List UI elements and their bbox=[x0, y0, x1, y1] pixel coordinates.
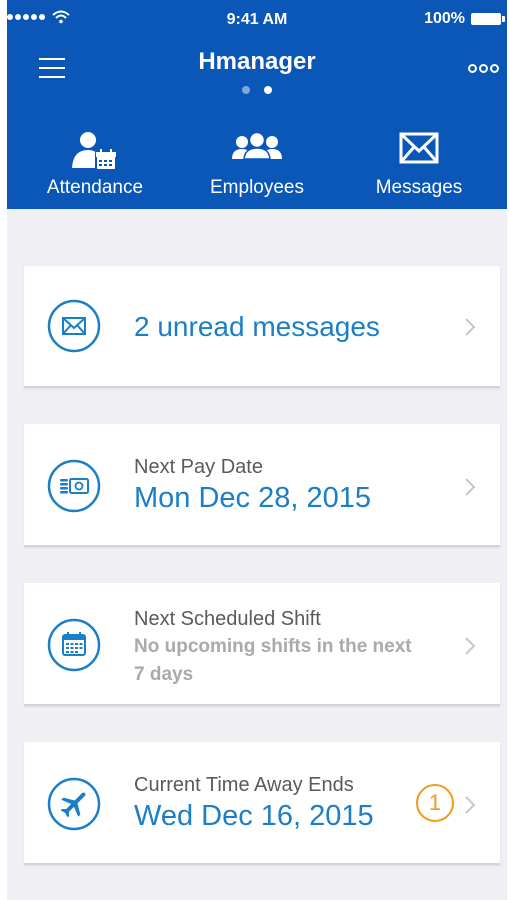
nav-label-employees: Employees bbox=[210, 177, 304, 198]
time-away-card[interactable]: Current Time Away Ends Wed Dec 16, 2015 … bbox=[24, 742, 500, 865]
chevron-right-icon bbox=[465, 478, 476, 496]
employees-icon bbox=[177, 130, 337, 176]
battery-percent: 100% bbox=[424, 10, 465, 27]
battery-icon bbox=[471, 13, 505, 25]
page-dot[interactable] bbox=[242, 86, 250, 94]
nav-tab-messages[interactable]: Messages bbox=[339, 130, 499, 199]
home-screen: 9:41 AM 100% Hmanager Attendance Employe… bbox=[7, 0, 507, 900]
page-indicator bbox=[7, 86, 507, 94]
next-shift-card[interactable]: Next Scheduled Shift No upcoming shifts … bbox=[24, 583, 500, 706]
time-away-value: Wed Dec 16, 2015 bbox=[134, 800, 374, 832]
pay-date-value: Mon Dec 28, 2015 bbox=[134, 482, 371, 514]
app-title: Hmanager bbox=[198, 48, 316, 75]
nav-tab-employees[interactable]: Employees bbox=[177, 130, 337, 199]
unread-messages-text: 2 unread messages bbox=[134, 311, 380, 342]
shift-value: No upcoming shifts in the next 7 days bbox=[134, 636, 412, 685]
nav-tab-attendance[interactable]: Attendance bbox=[15, 130, 175, 199]
more-options-icon[interactable] bbox=[468, 64, 499, 73]
money-icon bbox=[47, 459, 101, 513]
header-bar: 9:41 AM 100% Hmanager Attendance Employe… bbox=[7, 0, 507, 209]
pay-date-label: Next Pay Date bbox=[134, 456, 263, 478]
status-right: 100% bbox=[424, 10, 505, 28]
time-away-count-badge: 1 bbox=[416, 784, 454, 822]
chevron-right-icon bbox=[465, 318, 476, 336]
chevron-right-icon bbox=[465, 637, 476, 655]
status-bar: 9:41 AM 100% bbox=[7, 0, 507, 40]
page-dot-active[interactable] bbox=[264, 86, 272, 94]
envelope-icon bbox=[47, 299, 101, 353]
nav-label-attendance: Attendance bbox=[46, 177, 144, 198]
airplane-icon bbox=[47, 777, 101, 831]
next-pay-date-card[interactable]: Next Pay Date Mon Dec 28, 2015 bbox=[24, 424, 500, 547]
chevron-right-icon bbox=[465, 796, 476, 814]
calendar-icon bbox=[47, 618, 101, 672]
envelope-icon bbox=[339, 130, 499, 176]
attendance-icon bbox=[15, 130, 175, 176]
unread-messages-card[interactable]: 2 unread messages bbox=[24, 266, 500, 388]
shift-label: Next Scheduled Shift bbox=[134, 608, 321, 630]
time-away-label: Current Time Away Ends bbox=[134, 774, 354, 796]
nav-label-messages: Messages bbox=[375, 177, 463, 198]
